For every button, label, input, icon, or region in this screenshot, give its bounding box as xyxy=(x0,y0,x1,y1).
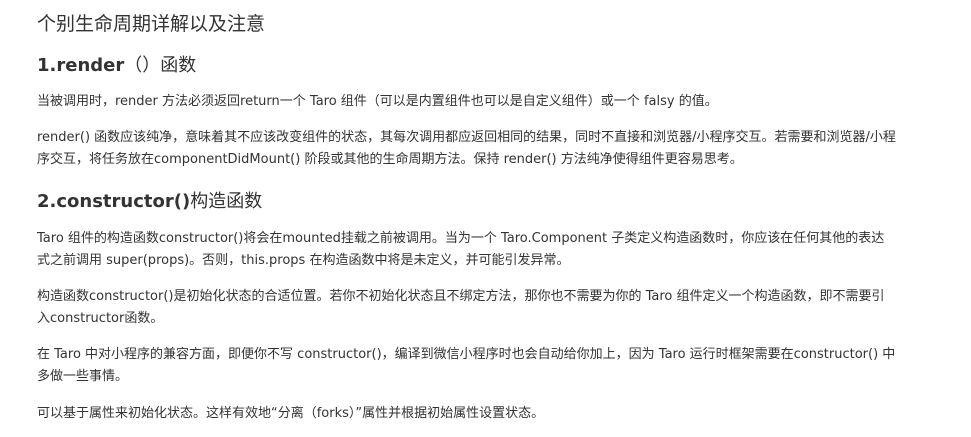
constructor-paragraph-2: 构造函数constructor()是初始化状态的合适位置。若你不初始化状态且不绑… xyxy=(37,289,885,326)
render-paragraph-2: render() 函数应该纯净，意味着其不应该改变组件的状态，其每次调用都应返回… xyxy=(37,130,896,167)
section-heading-render: 1.render（）函数 xyxy=(37,51,196,77)
page-title: 个别生命周期详解以及注意 xyxy=(37,13,266,35)
constructor-paragraph-1: Taro 组件的构造函数constructor()将会在mounted挂载之前被… xyxy=(37,231,885,268)
constructor-paragraph-3: 在 Taro 中对小程序的兼容方面，即便你不写 constructor()，编译… xyxy=(37,347,896,384)
render-paragraph-1: 当被调用时，render 方法必须返回return一个 Taro 组件（可以是内… xyxy=(37,94,718,109)
section-heading-render-light: （）函数 xyxy=(124,55,197,76)
section-heading-constructor-light: 构造函数 xyxy=(190,191,263,212)
section-heading-render-bold: 1.render xyxy=(37,55,125,76)
section-heading-constructor: 2.constructor()构造函数 xyxy=(37,187,262,213)
section-heading-constructor-bold: 2.constructor() xyxy=(37,191,191,212)
constructor-paragraph-4: 可以基于属性来初始化状态。这样有效地“分离（forks）”属性并根据初始属性设置… xyxy=(37,406,545,421)
